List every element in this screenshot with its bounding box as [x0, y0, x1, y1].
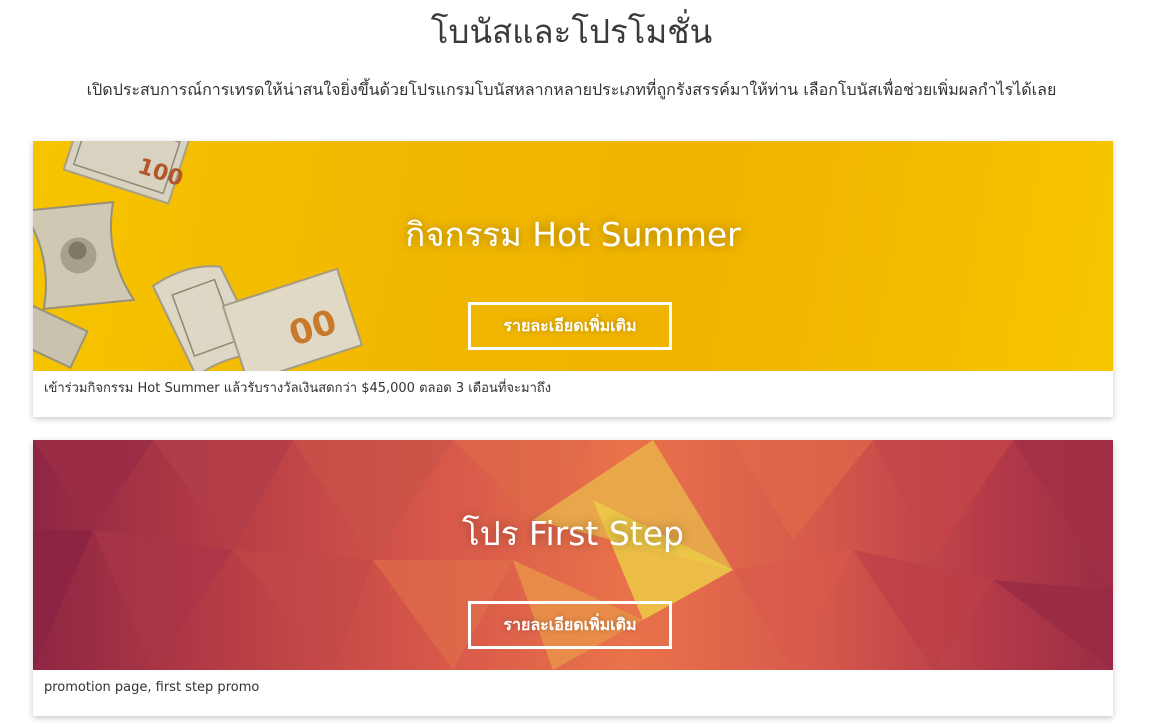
details-button-first-step[interactable]: รายละเอียดเพิ่มเติม	[468, 601, 672, 649]
page-subtitle: เปิดประสบการณ์การเทรดให้น่าสนใจยิ่งขึ้นด…	[86, 80, 1057, 99]
promo-card-first-step: โปร First Step รายละเอียดเพิ่มเติม promo…	[33, 440, 1113, 716]
promo-card-hot-summer: 100 00 กิจกรรม Hot Summer รายละเอียดเพิ่…	[33, 141, 1113, 417]
promo-caption: promotion page, first step promo	[44, 680, 260, 695]
page-title: โบนัสและโปรโมชั่น	[430, 12, 713, 51]
promo-caption: เข้าร่วมกิจกรรม Hot Summer แล้วรับรางวัล…	[44, 381, 552, 396]
promo-banner-hot-summer: 100 00 กิจกรรม Hot Summer รายละเอียดเพิ่…	[33, 141, 1113, 371]
promo-title: โปร First Step	[462, 514, 684, 553]
promo-title: กิจกรรม Hot Summer	[405, 215, 741, 254]
promo-banner-first-step: โปร First Step รายละเอียดเพิ่มเติม	[33, 440, 1113, 670]
details-button-hot-summer[interactable]: รายละเอียดเพิ่มเติม	[468, 302, 672, 350]
promotions-page: โบนัสและโปรโมชั่น เปิดประสบการณ์การเทรดใ…	[0, 0, 1155, 727]
